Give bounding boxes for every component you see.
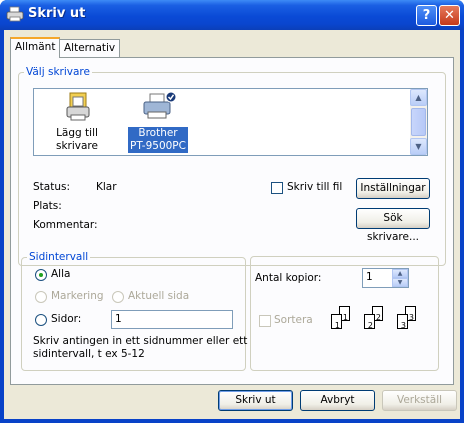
- number-of-copies-value: 1: [366, 271, 373, 283]
- preferences-button[interactable]: Inställningar: [356, 178, 430, 199]
- tab-options-label: Alternativ: [64, 42, 116, 54]
- printer-item-brother-label-1: Brother: [128, 127, 188, 140]
- printer-list-scrollbar[interactable]: ▲ ▼: [410, 89, 427, 155]
- apply-button: Verkställ: [382, 390, 457, 411]
- radio-selected-dot: [39, 273, 43, 277]
- page-range-hint-2: sidintervall, t ex 5-12: [33, 348, 145, 360]
- close-button[interactable]: ✕: [439, 5, 460, 26]
- printer-icon: [143, 91, 177, 119]
- add-printer-icon: [66, 92, 90, 121]
- find-printer-button[interactable]: Sök skrivare...: [356, 208, 430, 243]
- scroll-up-icon[interactable]: ▲: [410, 89, 427, 106]
- radio-selection: [35, 291, 47, 303]
- radio-pages-label[interactable]: Sidor:: [51, 313, 81, 325]
- scroll-down-icon[interactable]: ▼: [410, 138, 427, 155]
- collate-page: 1: [331, 314, 342, 330]
- collate-illustration: 1 1 2 2 3 3: [329, 306, 429, 340]
- collate-page: 3: [397, 314, 408, 330]
- status-value: Klar: [96, 181, 117, 193]
- radio-pages[interactable]: [35, 314, 47, 326]
- print-to-file-checkbox[interactable]: [271, 182, 283, 194]
- radio-all-label[interactable]: Alla: [51, 268, 70, 280]
- radio-all[interactable]: [35, 269, 47, 281]
- copies-spinner[interactable]: ▲ ▼: [392, 269, 408, 287]
- printer-item-add[interactable]: Lägg till skrivare: [48, 91, 106, 153]
- radio-selection-label: Markering: [51, 290, 104, 302]
- collate-checkbox: [259, 315, 271, 327]
- number-of-copies-label: Antal kopior:: [255, 272, 322, 284]
- print-dialog-window: Skriv ut ? ✕ Allmänt Alternativ Välj skr…: [0, 0, 464, 423]
- pages-input[interactable]: 1: [111, 310, 233, 329]
- radio-current-page: [112, 291, 124, 303]
- collate-label: Sortera: [274, 314, 313, 326]
- printer-item-add-label-1: Lägg till: [56, 127, 98, 139]
- spin-down-icon[interactable]: ▼: [392, 278, 408, 287]
- status-label: Status:: [33, 181, 70, 193]
- scroll-thumb[interactable]: [411, 108, 426, 136]
- tab-options[interactable]: Alternativ: [59, 39, 121, 57]
- tab-general-label: Allmänt: [15, 41, 56, 53]
- page-range-hint-1: Skriv antingen in ett sidnummer eller et…: [33, 335, 248, 347]
- printer-item-add-label-2: skrivare: [56, 140, 98, 152]
- title-bar[interactable]: Skriv ut ? ✕: [0, 0, 464, 30]
- print-button[interactable]: Skriv ut: [218, 390, 293, 411]
- page-range-legend: Sidintervall: [29, 251, 89, 263]
- cancel-button[interactable]: Avbryt: [300, 390, 375, 411]
- tab-general[interactable]: Allmänt: [10, 37, 61, 58]
- help-button[interactable]: ?: [416, 5, 437, 26]
- printer-item-brother-label-2: PT-9500PC: [128, 140, 188, 153]
- select-printer-legend: Välj skrivare: [26, 66, 90, 78]
- spin-up-icon[interactable]: ▲: [392, 269, 408, 278]
- location-label: Plats:: [33, 200, 62, 212]
- number-of-copies-input[interactable]: 1 ▲ ▼: [362, 268, 409, 288]
- radio-current-page-label: Aktuell sida: [128, 290, 190, 302]
- window-title: Skriv ut: [28, 6, 86, 21]
- collate-page: 2: [364, 314, 375, 330]
- printer-icon: [6, 6, 24, 22]
- printer-item-brother[interactable]: Brother PT-9500PC: [128, 91, 188, 153]
- printer-list[interactable]: Lägg till skrivare Brother PT-9500PC ▲ ▼: [33, 88, 428, 156]
- print-to-file-label[interactable]: Skriv till fil: [287, 181, 342, 193]
- dialog-client-area: Allmänt Alternativ Välj skrivare Lägg ti…: [4, 30, 460, 419]
- comment-label: Kommentar:: [33, 219, 98, 231]
